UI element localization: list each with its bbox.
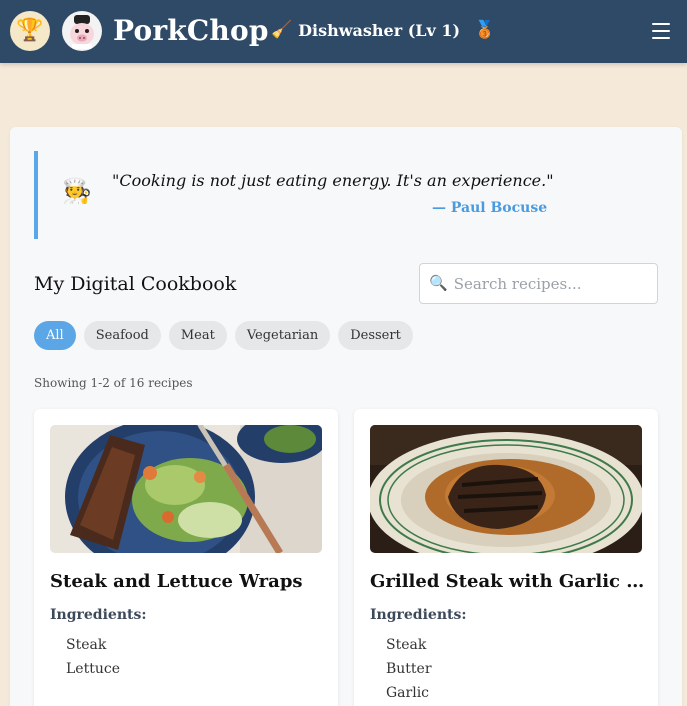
ingredient-item: Lettuce (66, 661, 120, 677)
filter-meat[interactable]: Meat (168, 321, 227, 350)
quote-author: — Paul Bocuse (432, 200, 548, 216)
filter-dessert[interactable]: Dessert (338, 321, 413, 350)
ingredient-item: Steak (386, 637, 427, 653)
ingredient-list: Steak Lettuce (66, 633, 120, 681)
medal-icon: 🥉 (474, 20, 496, 40)
recipe-title[interactable]: Grilled Steak with Garlic Herb Butter (370, 571, 646, 592)
ingredients-label: Ingredients: (50, 607, 147, 623)
category-filters: All Seafood Meat Vegetarian Dessert (34, 321, 413, 350)
quote-text: "Cooking is not just eating energy. It's… (112, 171, 554, 190)
quote-block: 🧑‍🍳 "Cooking is not just eating energy. … (34, 151, 634, 239)
avatar[interactable] (62, 11, 102, 51)
ingredient-item: Garlic (386, 685, 430, 701)
cookbook-title: My Digital Cookbook (34, 273, 237, 295)
filter-vegetarian[interactable]: Vegetarian (234, 321, 331, 350)
broom-icon: 🧹 (271, 20, 293, 40)
chef-icon: 🧑‍🍳 (62, 177, 92, 205)
ingredients-label: Ingredients: (370, 607, 467, 623)
search-icon: 🔍 (429, 274, 448, 292)
recipe-card[interactable]: Grilled Steak with Garlic Herb Butter In… (354, 409, 658, 706)
app-header: 🏆 PorkChop 🧹 Dishwasher (Lv 1) 🥉 (0, 0, 687, 63)
ingredient-item: Butter (386, 661, 432, 677)
ingredient-list: Steak Butter Garlic (386, 633, 432, 705)
recipe-title[interactable]: Steak and Lettuce Wraps (50, 571, 326, 592)
recipe-card[interactable]: Steak and Lettuce Wraps Ingredients: Ste… (34, 409, 338, 706)
pig-chef-avatar-icon (70, 15, 94, 49)
cookbook-card: 🧑‍🍳 "Cooking is not just eating energy. … (10, 127, 682, 706)
user-rank: 🧹 Dishwasher (Lv 1) 🥉 (271, 20, 495, 40)
search-input[interactable] (453, 274, 654, 293)
search-box[interactable]: 🔍 (419, 263, 658, 304)
filter-all[interactable]: All (34, 321, 76, 350)
recipe-photo (50, 425, 322, 553)
recipe-photo (370, 425, 642, 553)
result-count: Showing 1-2 of 16 recipes (34, 376, 193, 390)
app-title[interactable]: PorkChop (113, 14, 269, 47)
filter-seafood[interactable]: Seafood (83, 321, 161, 350)
rank-label: Dishwasher (Lv 1) (298, 20, 461, 40)
menu-icon[interactable] (652, 23, 670, 39)
trophy-icon[interactable]: 🏆 (10, 11, 50, 51)
ingredient-item: Steak (66, 637, 107, 653)
